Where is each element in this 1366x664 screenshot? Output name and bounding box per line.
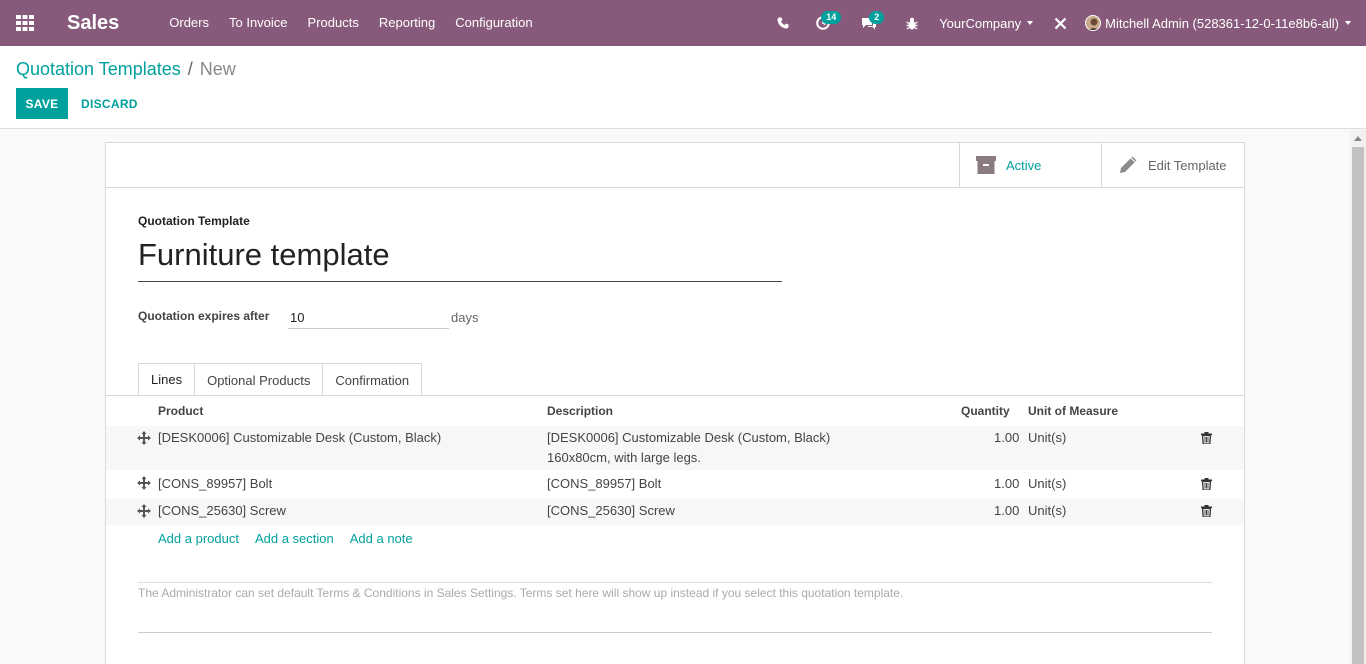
- template-name-label: Quotation Template: [138, 214, 250, 228]
- form-sheet: Active Edit Template Quotation Template …: [105, 142, 1245, 664]
- tab-lines[interactable]: Lines: [138, 363, 196, 396]
- table-row[interactable]: [CONS_89957] Bolt [CONS_89957] Bolt 1.00…: [106, 471, 1244, 498]
- chevron-down-icon: [1345, 21, 1351, 25]
- active-label: Active: [1006, 157, 1042, 173]
- terms-conditions-field[interactable]: The Administrator can set default Terms …: [138, 586, 903, 600]
- message-count-badge: 2: [869, 11, 885, 24]
- column-header-uom[interactable]: Unit of Measure: [1028, 404, 1118, 418]
- expires-days-input[interactable]: [288, 307, 449, 329]
- expires-unit-label: days: [451, 310, 479, 325]
- trash-icon[interactable]: [1201, 478, 1212, 490]
- company-switcher[interactable]: YourCompany: [939, 15, 1034, 31]
- divider: [138, 632, 1212, 633]
- discard-button[interactable]: DISCARD: [81, 88, 138, 119]
- drag-handle-icon[interactable]: [137, 431, 151, 445]
- save-button[interactable]: SAVE: [16, 88, 68, 119]
- archive-icon: [976, 156, 996, 174]
- menu-reporting[interactable]: Reporting: [369, 0, 445, 46]
- line-uom: Unit(s): [1028, 503, 1067, 518]
- breadcrumb-separator: /: [187, 59, 193, 79]
- notebook-tabs: Lines Optional Products Confirmation: [138, 363, 423, 396]
- divider: [106, 395, 1244, 396]
- table-row[interactable]: [DESK0006] Customizable Desk (Custom, Bl…: [106, 426, 1244, 470]
- column-header-description[interactable]: Description: [547, 404, 613, 418]
- trash-icon[interactable]: [1201, 505, 1212, 517]
- apps-menu-icon[interactable]: [0, 0, 50, 46]
- app-brand[interactable]: Sales: [67, 12, 119, 35]
- line-quantity: 1.00: [994, 503, 1020, 518]
- close-tools-icon[interactable]: [1045, 0, 1075, 46]
- active-toggle-button[interactable]: Active: [959, 143, 1101, 187]
- line-quantity: 1.00: [994, 430, 1020, 445]
- column-header-product[interactable]: Product: [158, 404, 203, 418]
- tab-confirmation[interactable]: Confirmation: [322, 363, 423, 396]
- scrollbar-thumb[interactable]: [1352, 147, 1364, 664]
- line-uom: Unit(s): [1028, 430, 1067, 445]
- divider: [138, 582, 1212, 583]
- menu-configuration[interactable]: Configuration: [445, 0, 542, 46]
- expires-label: Quotation expires after: [138, 309, 270, 323]
- company-name: YourCompany: [939, 15, 1022, 31]
- line-product: [CONS_25630] Screw: [158, 503, 286, 518]
- breadcrumb: Quotation Templates / New: [16, 59, 236, 80]
- control-panel: Quotation Templates / New SAVE DISCARD: [0, 46, 1366, 129]
- line-product: [DESK0006] Customizable Desk (Custom, Bl…: [158, 430, 442, 445]
- line-quantity: 1.00: [994, 476, 1020, 491]
- add-product-link[interactable]: Add a product: [158, 531, 239, 546]
- add-line-links: Add a product Add a section Add a note: [158, 531, 429, 546]
- navbar-systray: 14 2 YourCompany Mitchell Admin (528361-…: [769, 0, 1366, 46]
- menu-products[interactable]: Products: [298, 0, 369, 46]
- main-menu: Orders To Invoice Products Reporting Con…: [159, 0, 542, 46]
- pencil-icon: [1120, 156, 1137, 173]
- breadcrumb-parent-link[interactable]: Quotation Templates: [16, 59, 181, 80]
- line-uom: Unit(s): [1028, 476, 1067, 491]
- menu-to-invoice[interactable]: To Invoice: [219, 0, 298, 46]
- table-row[interactable]: [CONS_25630] Screw [CONS_25630] Screw 1.…: [106, 499, 1244, 525]
- line-description: [CONS_25630] Screw: [547, 503, 675, 518]
- menu-orders[interactable]: Orders: [159, 0, 219, 46]
- user-menu[interactable]: Mitchell Admin (528361-12-0-11e8b6-all): [1085, 15, 1351, 31]
- line-description: [CONS_89957] Bolt: [547, 476, 662, 491]
- add-section-link[interactable]: Add a section: [255, 531, 334, 546]
- line-description: [DESK0006] Customizable Desk (Custom, Bl…: [547, 430, 831, 445]
- activity-icon[interactable]: 14: [807, 0, 847, 46]
- page-scrollbar[interactable]: [1350, 130, 1366, 664]
- button-box: Active Edit Template: [959, 143, 1244, 187]
- add-note-link[interactable]: Add a note: [350, 531, 413, 546]
- drag-handle-icon[interactable]: [137, 476, 151, 490]
- drag-handle-icon[interactable]: [137, 504, 151, 518]
- activity-count-badge: 14: [821, 11, 842, 24]
- edit-template-button[interactable]: Edit Template: [1101, 143, 1244, 187]
- scroll-up-arrow-icon[interactable]: [1354, 136, 1362, 141]
- debug-bug-icon[interactable]: [897, 0, 927, 46]
- column-header-quantity[interactable]: Quantity: [961, 404, 1010, 418]
- top-navbar: Sales Orders To Invoice Products Reporti…: [0, 0, 1366, 46]
- chevron-down-icon: [1027, 21, 1034, 25]
- tab-optional-products[interactable]: Optional Products: [194, 363, 324, 396]
- template-name-input[interactable]: Furniture template: [138, 235, 782, 282]
- user-name: Mitchell Admin (528361-12-0-11e8b6-all): [1105, 15, 1339, 31]
- messages-icon[interactable]: 2: [853, 0, 893, 46]
- edit-template-label: Edit Template: [1148, 157, 1227, 173]
- line-product: [CONS_89957] Bolt: [158, 476, 273, 491]
- divider: [106, 187, 1244, 188]
- line-description-detail: 160x80cm, with large legs.: [547, 450, 701, 465]
- breadcrumb-current: New: [199, 59, 236, 79]
- avatar: [1085, 15, 1102, 31]
- phone-icon[interactable]: [769, 0, 797, 46]
- trash-icon[interactable]: [1201, 432, 1212, 444]
